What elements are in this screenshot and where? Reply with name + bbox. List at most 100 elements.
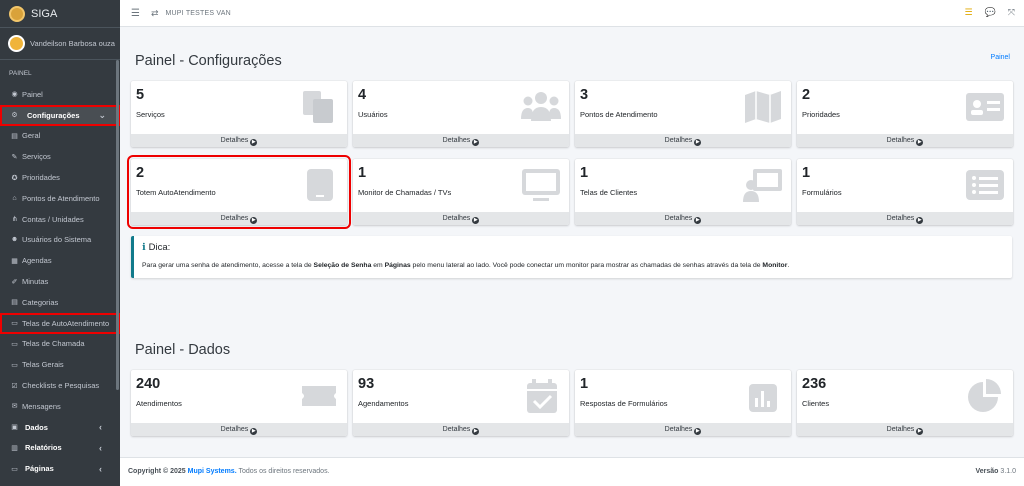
swap-icon[interactable]: ⇄ [151, 8, 159, 19]
details-label: Detalhes [886, 426, 915, 433]
users-icon [521, 92, 561, 121]
sidebar-item-label: Usuários do Sistema [22, 235, 92, 245]
unit-title[interactable]: MUPI TESTES VAN [166, 10, 231, 17]
sidebar-item-minutas[interactable]: ✐ Minutas [0, 271, 120, 292]
arrow-circle-right-icon: ▶ [694, 139, 702, 146]
card-details-link[interactable]: Detalhes ▶ [797, 134, 1013, 147]
home-icon: ⌂ [12, 194, 17, 202]
sidebar-item-checklists[interactable]: ☑ Checklists e Pesquisas [0, 375, 120, 396]
card-label: Prioridades [802, 110, 840, 119]
sidebar-item-painel[interactable]: ◉ Painel [0, 84, 120, 105]
sidebar-item-label: Mensagens [22, 401, 61, 411]
sidebar-item-telas-autoatendimento[interactable]: ▭ Telas de AutoAtendimento [0, 312, 120, 334]
details-label: Detalhes [886, 215, 915, 222]
sidebar-item-dados[interactable]: ▣ Dados ‹ [0, 417, 120, 438]
wrench-icon: ✎ [11, 153, 18, 161]
sidebar-item-pontos[interactable]: ⌂ Pontos de Atendimento [0, 188, 120, 209]
card-value: 5 [136, 87, 145, 103]
sidebar-item-agendas[interactable]: ▦ Agendas [0, 250, 120, 271]
topbar: ☰ ⇄ MUPI TESTES VAN ☰ 💬 ⤧ [120, 0, 1024, 27]
card-details-link[interactable]: Detalhes ▶ [575, 134, 791, 147]
page-footer: Copyright © 2025 Mupi Systems. Todos os … [120, 457, 1024, 486]
sidebar-item-label: Telas de AutoAtendimento [22, 318, 110, 328]
card-value: 93 [358, 376, 375, 392]
sidebar-item-configuracoes[interactable]: ⚙ Configurações ⌄ [0, 104, 120, 126]
sidebar-item-label: Serviços [22, 152, 51, 162]
card-details-link[interactable]: Detalhes ▶ [797, 423, 1013, 436]
tip-text-bold: Seleção de Senha [313, 262, 372, 269]
menu-toggle-icon[interactable]: ☰ [131, 8, 140, 19]
sidebar-item-label: Minutas [22, 277, 49, 287]
sidebar-item-paginas[interactable]: ▭ Páginas ‹ [0, 458, 120, 479]
sidebar-item-servicos[interactable]: ✎ Serviços [0, 146, 120, 167]
nav-header: PAINEL [9, 70, 32, 77]
card-details-link[interactable]: Detalhes ▶ [131, 134, 347, 147]
breadcrumb[interactable]: Painel [991, 54, 1010, 61]
card-details-link[interactable]: Detalhes ▶ [575, 423, 791, 436]
sidebar-item-relatorios[interactable]: ▥ Relatórios ‹ [0, 438, 120, 459]
user-panel[interactable]: Vandeilson Barbosa ouza [0, 28, 120, 60]
arrow-circle-right-icon: ▶ [694, 217, 702, 224]
card-totem: 2 Totem AutoAtendimento Detalhes ▶ [127, 155, 351, 229]
sidebar-item-telas-chamada[interactable]: ▭ Telas de Chamada [0, 334, 120, 355]
chalkboard-user-icon [743, 169, 782, 202]
fullscreen-icon[interactable]: ⤧ [1008, 7, 1015, 18]
sidebar-item-categorias[interactable]: ▤ Categorias [0, 292, 120, 313]
card-details-link[interactable]: Detalhes ▶ [131, 212, 347, 225]
arrow-circle-right-icon: ▶ [472, 217, 480, 224]
details-label: Detalhes [664, 215, 693, 222]
checklist-icon: ☑ [11, 382, 18, 390]
version: Versão 3.1.0 [976, 468, 1017, 475]
card-value: 3 [580, 87, 589, 103]
sidebar-item-prioridades[interactable]: ✪ Prioridades [0, 167, 120, 188]
pie-chart-icon [968, 379, 1001, 412]
card-details-link[interactable]: Detalhes ▶ [353, 423, 569, 436]
edit-icon: ✐ [11, 278, 18, 286]
tip-title: ℹ Dica: [142, 242, 170, 253]
card-details-link[interactable]: Detalhes ▶ [353, 134, 569, 147]
sidebar-item-mensagens[interactable]: ✉ Mensagens [0, 396, 120, 417]
company-link[interactable]: Mupi Systems. [188, 468, 237, 475]
card-label: Usuários [358, 110, 388, 119]
data-section-title: Painel - Dados [135, 342, 231, 358]
details-label: Detalhes [664, 137, 693, 144]
details-label: Detalhes [220, 426, 249, 433]
card-details-link[interactable]: Detalhes ▶ [131, 423, 347, 436]
gears-icon: ⚙ [11, 112, 18, 120]
comments-icon[interactable]: 💬 [985, 7, 996, 18]
sidebar: SIGA Vandeilson Barbosa ouza PAINEL ◉ Pa… [0, 0, 120, 486]
card-value: 1 [802, 165, 811, 181]
sidebar-item-geral[interactable]: ▤ Geral [0, 126, 120, 147]
tip-text: Para gerar uma senha de atendimento, ace… [142, 262, 789, 269]
info-icon: ℹ [142, 242, 146, 253]
card-details-link[interactable]: Detalhes ▶ [575, 212, 791, 225]
monitor-icon: ▭ [11, 465, 18, 473]
sidebar-item-label: Dados [25, 422, 48, 432]
card-respostas: 1 Respostas de Formulários Detalhes ▶ [575, 370, 791, 436]
sidebar-item-contas[interactable]: ⋔ Contas / Unidades [0, 209, 120, 230]
card-details-link[interactable]: Detalhes ▶ [797, 212, 1013, 225]
sidebar-item-label: Categorias [22, 297, 59, 307]
brand-link[interactable]: SIGA [0, 0, 120, 28]
tip-text-part: pelo menu lateral ao lado. Você pode con… [410, 262, 763, 269]
arrow-circle-right-icon: ▶ [472, 139, 480, 146]
sidebar-item-telas-gerais[interactable]: ▭ Telas Gerais [0, 354, 120, 375]
avatar [8, 35, 25, 52]
tip-text-part: em [371, 262, 385, 269]
card-details-link[interactable]: Detalhes ▶ [353, 212, 569, 225]
chevron-left-icon: ‹ [99, 442, 102, 453]
card-label: Respostas de Formulários [580, 399, 668, 408]
sidebar-item-label: Páginas [25, 464, 54, 474]
arrow-circle-right-icon: ▶ [472, 428, 480, 435]
sidebar-scrollbar[interactable] [116, 60, 119, 390]
card-label: Formulários [802, 188, 842, 197]
sitemap-icon: ⋔ [11, 216, 18, 224]
desktop-icon: ▭ [11, 320, 18, 328]
sidebar-item-usuarios[interactable]: ☻ Usuários do Sistema [0, 230, 120, 251]
arrow-circle-right-icon: ▶ [916, 139, 924, 146]
tip-text-part: Para gerar uma senha de atendimento, ace… [142, 262, 314, 269]
card-value: 2 [136, 165, 145, 181]
sidebar-item-label: Configurações [27, 110, 80, 120]
queue-list-icon[interactable]: ☰ [965, 7, 973, 18]
card-label: Serviços [136, 110, 165, 119]
